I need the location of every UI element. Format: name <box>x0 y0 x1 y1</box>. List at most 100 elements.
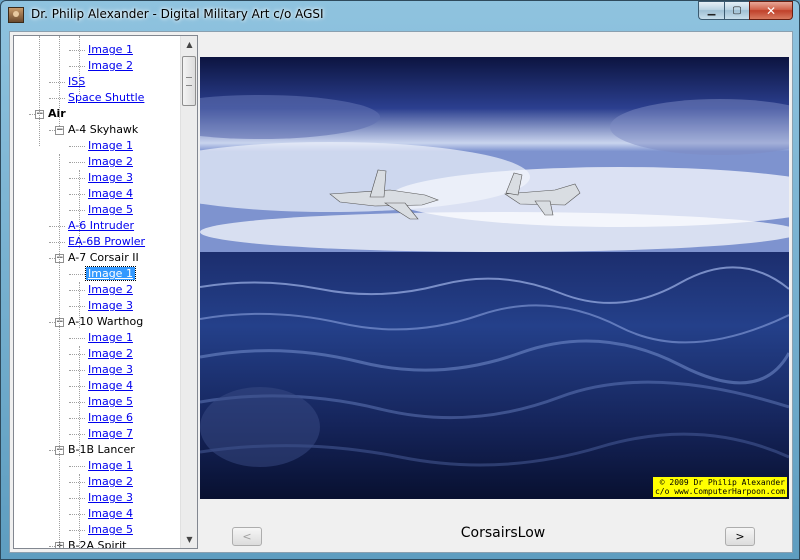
copyright-line-1: © 2009 Dr Philip Alexander <box>659 478 785 487</box>
tree-item[interactable]: Image 2 <box>86 474 135 490</box>
tree-group-node[interactable]: A-7 Corsair II <box>66 250 141 266</box>
tree-item[interactable]: Image 3 <box>86 170 135 186</box>
tree-item-label: Image 3 <box>88 491 133 504</box>
tree-item[interactable]: Image 5 <box>86 522 135 538</box>
tree-item[interactable]: Image 4 <box>86 378 135 394</box>
tree-item-label: B-1B Lancer <box>68 443 135 456</box>
title-bar[interactable]: Dr. Philip Alexander - Digital Military … <box>1 1 799 29</box>
tree-item[interactable]: Image 3 <box>86 362 135 378</box>
close-button[interactable]: ✕ <box>749 1 793 20</box>
tree-item[interactable]: A-6 Intruder <box>66 218 136 234</box>
tree-group-node[interactable]: A-10 Warthog <box>66 314 145 330</box>
collapse-icon[interactable]: − <box>55 126 64 135</box>
chevron-left-icon: < <box>242 530 252 543</box>
tree-item[interactable]: Image 2 <box>86 346 135 362</box>
tree-item[interactable]: Image 2 <box>86 58 135 74</box>
app-icon[interactable] <box>8 7 24 23</box>
tree-item[interactable]: Image 1 <box>86 138 135 154</box>
tree-item[interactable]: Image 5 <box>86 394 135 410</box>
tree-group-node[interactable]: B-1B Lancer <box>66 442 137 458</box>
minimize-icon: ▁ <box>707 5 716 16</box>
tree-group-node[interactable]: A-4 Skyhawk <box>66 122 140 138</box>
tree-item[interactable]: Image 1 <box>86 458 135 474</box>
image-caption: CorsairsLow <box>460 525 546 541</box>
tree-group-node[interactable]: B-2A Spirit <box>66 538 128 548</box>
scroll-up-icon[interactable]: ▲ <box>181 36 197 53</box>
previous-image-button[interactable]: < <box>232 527 262 546</box>
tree-connector <box>69 178 85 179</box>
tree-connector <box>69 482 85 483</box>
next-image-button[interactable]: > <box>725 527 755 546</box>
tree-connector <box>69 306 85 307</box>
tree-item-label: A-10 Warthog <box>68 315 144 328</box>
tree-connector <box>69 162 85 163</box>
tree-connector <box>69 466 85 467</box>
tree-connector <box>69 146 85 147</box>
copyright-line-2: c/o www.ComputerHarpoon.com <box>654 487 785 496</box>
close-icon: ✕ <box>765 3 777 18</box>
tree-connector <box>69 514 85 515</box>
tree-item-label: Image 7 <box>88 427 133 440</box>
maximize-icon: ▢ <box>732 5 742 16</box>
tree-item[interactable]: Image 2 <box>86 282 135 298</box>
tree-item[interactable]: Image 6 <box>86 410 135 426</box>
tree-guide-line <box>79 36 80 96</box>
tree-item-label: Image 3 <box>88 299 133 312</box>
client-area: Image 1 Image 2 ISS Space Shuttle Air − A-4 Sk… <box>9 31 793 553</box>
tree-connector <box>69 194 85 195</box>
tree-item[interactable]: Image 1 <box>86 330 135 346</box>
tree-connector <box>69 274 85 275</box>
tree-item-label: Image 4 <box>88 507 133 520</box>
minimize-button[interactable]: ▁ <box>698 1 724 20</box>
tree-item-label: B-2A Spirit <box>68 539 127 548</box>
tree-item-label: Image 1 <box>88 331 133 344</box>
tree-item[interactable]: Image 3 <box>86 298 135 314</box>
tree-item-label: Image 5 <box>88 395 133 408</box>
navigation-tree-panel: Image 1 Image 2 ISS Space Shuttle Air − A-4 Sk… <box>13 35 198 549</box>
tree-item-label: Image 5 <box>88 523 133 536</box>
tree-item-label: Image 5 <box>88 203 133 216</box>
tree-connector <box>49 242 65 243</box>
tree-guide-line <box>59 36 60 126</box>
tree-item[interactable]: Image 4 <box>86 506 135 522</box>
tree-scrollbar[interactable]: ▲ ▼ <box>180 36 197 548</box>
caption-buttons: ▁ ▢ ✕ <box>698 1 793 20</box>
tree-guide-line <box>79 474 80 548</box>
tree-item-label: Image 2 <box>88 155 133 168</box>
tree-item-label: Image 6 <box>88 411 133 424</box>
tree-item-label: Image 3 <box>88 363 133 376</box>
tree-item[interactable]: Image 7 <box>86 426 135 442</box>
tree-item[interactable]: Image 3 <box>86 490 135 506</box>
tree-item-label: A-4 Skyhawk <box>68 123 139 136</box>
tree-group-node[interactable]: Air <box>46 106 68 122</box>
navigation-tree[interactable]: Image 1 Image 2 ISS Space Shuttle Air − A-4 Sk… <box>14 36 180 548</box>
tree-guide-line <box>79 282 80 328</box>
tree-item-label: Image 4 <box>88 379 133 392</box>
tree-connector <box>69 66 85 67</box>
tree-connector <box>69 402 85 403</box>
copyright-notice: © 2009 Dr Philip Alexander c/o www.Compu… <box>652 477 787 497</box>
tree-item[interactable]: Image 1 <box>85 266 136 282</box>
scroll-down-icon[interactable]: ▼ <box>181 531 197 548</box>
tree-item[interactable]: Image 5 <box>86 202 135 218</box>
scroll-thumb[interactable] <box>182 56 196 106</box>
tree-item-label: ISS <box>68 75 86 88</box>
tree-item-label: A-6 Intruder <box>68 219 135 232</box>
tree-connector <box>49 98 65 99</box>
maximize-button[interactable]: ▢ <box>724 1 749 20</box>
tree-guide-line <box>39 36 40 146</box>
tree-connector <box>49 226 65 227</box>
tree-item-label: Image 3 <box>88 171 133 184</box>
window-title: Dr. Philip Alexander - Digital Military … <box>31 7 324 21</box>
tree-item[interactable]: Image 1 <box>86 42 135 58</box>
tree-item[interactable]: ISS <box>66 74 87 90</box>
tree-connector <box>69 434 85 435</box>
image-viewer: © 2009 Dr Philip Alexander c/o www.Compu… <box>198 35 791 549</box>
tree-connector <box>69 498 85 499</box>
tree-item[interactable]: Image 4 <box>86 186 135 202</box>
tree-item[interactable]: Image 2 <box>86 154 135 170</box>
tree-guide-line <box>59 154 60 548</box>
tree-connector <box>69 386 85 387</box>
tree-connector <box>69 338 85 339</box>
tree-guide-line <box>79 346 80 456</box>
